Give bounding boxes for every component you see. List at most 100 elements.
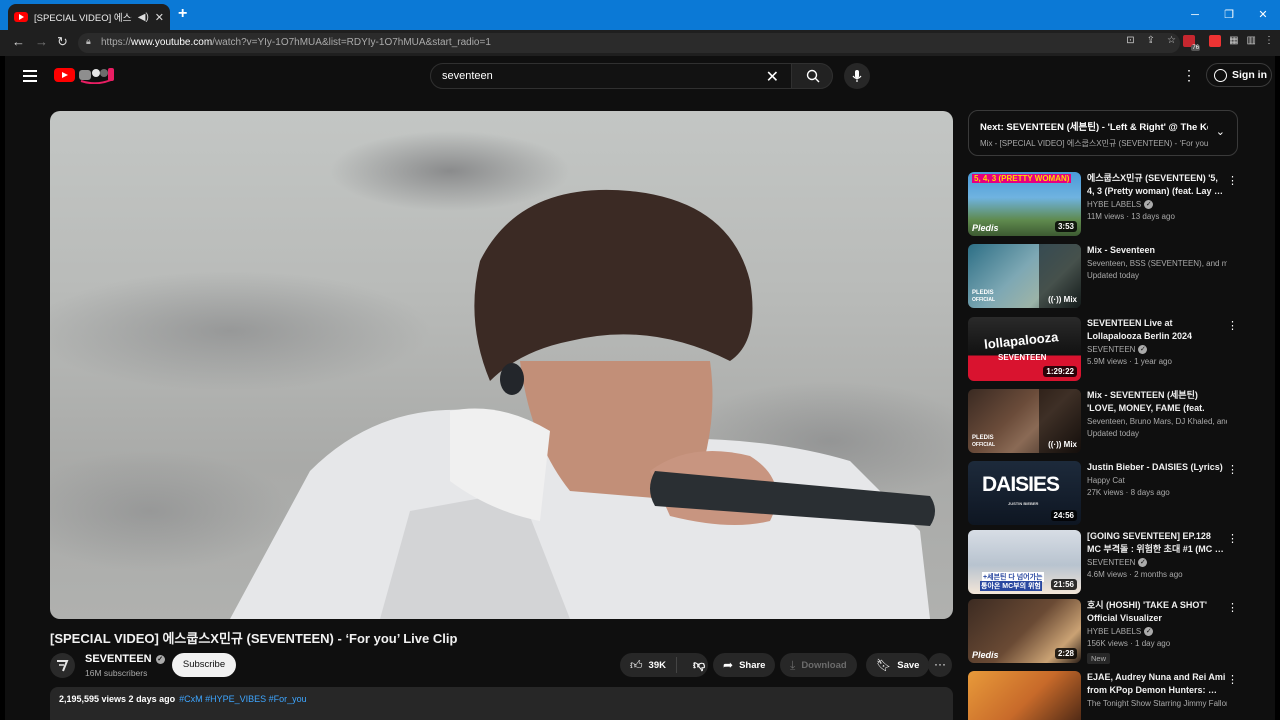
video-title: Mix - SEVENTEEN (세븐틴) 'LOVE, MONEY, FAME… bbox=[1087, 390, 1205, 413]
video-meta: Updated today bbox=[1087, 429, 1140, 438]
youtube-doodle-icon[interactable] bbox=[78, 66, 115, 84]
recommended-mix[interactable]: PLEDIS OFFICIAL ((·)) Mix Mix - Seventee… bbox=[968, 244, 1238, 310]
thumbnail-brand: JUSTIN BIEBER bbox=[1008, 501, 1039, 506]
video-options-icon[interactable]: ⋮ bbox=[1227, 532, 1238, 545]
thumbnail[interactable]: 5, 4, 3 (PRETTY WOMAN) Pledis 3:53 bbox=[968, 172, 1081, 236]
close-window-icon[interactable]: ✕ bbox=[1246, 0, 1280, 30]
video-title: Justin Bieber - DAISIES (Lyrics) bbox=[1087, 462, 1223, 472]
video-options-icon[interactable]: ⋮ bbox=[1227, 319, 1238, 332]
extension-icon[interactable]: 76 bbox=[1183, 35, 1201, 51]
search-field[interactable]: seventeen ✕ bbox=[430, 63, 792, 89]
browser-tab-bar: [SPECIAL VIDEO] 에스쿱스X ◀) ✕ + ─ ❐ ✕ bbox=[0, 0, 1280, 30]
thumbnail[interactable]: lollapalooza SEVENTEEN 1:29:22 bbox=[968, 317, 1081, 381]
video-options-icon[interactable]: ⋮ bbox=[1227, 463, 1238, 476]
up-next-title: Next: SEVENTEEN (세븐틴) - 'Left & Right' @… bbox=[980, 122, 1208, 133]
url-field[interactable]: 🔒︎ https://www.youtube.com/watch?v=YIy-1… bbox=[78, 33, 1180, 53]
search-button[interactable] bbox=[791, 63, 833, 89]
sidebar-panel-icon[interactable]: ▥ bbox=[1247, 35, 1256, 47]
thumbs-down-icon: 👎︎ bbox=[692, 657, 706, 672]
video-options-icon[interactable]: ⋮ bbox=[1227, 601, 1238, 614]
mix-radio-icon: ((·)) bbox=[1048, 295, 1064, 304]
thumbnail[interactable]: PLEDIS OFFICIAL ((·)) Mix bbox=[968, 389, 1081, 453]
recommended-video[interactable]: EJAE, Audrey Nuna and Rei Ami from KPop … bbox=[968, 671, 1238, 720]
url-path: /watch?v=YIy-1O7hMUA&list=RDYIy-1O7hMUA&… bbox=[212, 37, 491, 48]
channel-avatar[interactable] bbox=[50, 653, 75, 678]
youtube-page: seventeen ✕ ⋮ Sign in [SPECIAL VIDEO] 에스… bbox=[5, 56, 1275, 720]
menu-hamburger-icon[interactable] bbox=[23, 70, 37, 85]
close-tab-icon[interactable]: ✕ bbox=[155, 11, 164, 24]
dislike-button[interactable]: 👎︎ bbox=[683, 658, 715, 673]
mix-label: ((·)) Mix bbox=[1048, 295, 1077, 304]
video-player[interactable] bbox=[50, 111, 953, 619]
youtube-favicon-icon bbox=[14, 12, 28, 22]
verified-icon: ✓ bbox=[1138, 345, 1148, 354]
channel-label: HYBE LABELS bbox=[1087, 627, 1142, 636]
browser-tab[interactable]: [SPECIAL VIDEO] 에스쿱스X ◀) ✕ bbox=[8, 4, 170, 30]
video-meta: 27K views · 8 days ago bbox=[1087, 488, 1170, 497]
channel-label: SEVENTEEN bbox=[1087, 345, 1136, 354]
reload-icon[interactable]: ↻ bbox=[57, 34, 68, 50]
thumbnail-text: DAISIES bbox=[982, 473, 1060, 496]
speaker-icon[interactable]: ◀) bbox=[138, 12, 149, 23]
download-button[interactable]: ⤓ Download bbox=[780, 653, 857, 677]
video-options-icon[interactable]: ⋮ bbox=[1227, 174, 1238, 187]
channel-label: SEVENTEEN bbox=[1087, 558, 1136, 567]
thumbnail-brand: OFFICIAL bbox=[972, 442, 996, 448]
bookmark-star-icon[interactable]: ☆ bbox=[1167, 35, 1176, 46]
share-button[interactable]: ➦ Share bbox=[713, 653, 776, 677]
up-next-playlist: Mix - [SPECIAL VIDEO] 에스쿱스X민규 (SEVENTEEN… bbox=[980, 139, 1208, 148]
thumbnail[interactable]: +세븐틴 다 넘어가는 통아온 MC부의 위험 21:56 bbox=[968, 530, 1081, 594]
recommended-video[interactable]: +세븐틴 다 넘어가는 통아온 MC부의 위험 21:56 [GOING SEV… bbox=[968, 530, 1238, 596]
hashtags[interactable]: #CxM #HYPE_VIBES #For_you bbox=[179, 694, 307, 704]
recommended-video[interactable]: 5, 4, 3 (PRETTY WOMAN) Pledis 3:53 에스쿱스X… bbox=[968, 172, 1238, 238]
video-title: [GOING SEVENTEEN] EP.128 MC 부격돌 : 위험한 초대… bbox=[1087, 531, 1224, 554]
video-meta: 5.9M views · 1 year ago bbox=[1087, 357, 1172, 366]
share-page-icon[interactable]: ⇪ bbox=[1147, 35, 1155, 46]
chevron-down-icon[interactable]: ⌄ bbox=[1216, 125, 1225, 138]
up-next-panel[interactable]: Next: SEVENTEEN (세븐틴) - 'Left & Right' @… bbox=[968, 110, 1238, 156]
settings-more-icon[interactable]: ⋮ bbox=[1182, 67, 1196, 84]
channel-name[interactable]: SEVENTEEN ✓ bbox=[85, 653, 165, 665]
more-actions-button[interactable]: ··· bbox=[928, 653, 952, 677]
recommended-video[interactable]: DAISIES JUSTIN BIEBER 24:56 Justin Biebe… bbox=[968, 461, 1238, 527]
share-label: Share bbox=[739, 659, 766, 671]
clear-search-icon[interactable]: ✕ bbox=[766, 67, 779, 87]
recommended-video[interactable]: lollapalooza SEVENTEEN 1:29:22 SEVENTEEN… bbox=[968, 317, 1238, 383]
recommended-video[interactable]: Pledis 2:28 호시 (HOSHI) 'TAKE A SHOT' Off… bbox=[968, 599, 1238, 665]
subscribe-button[interactable]: Subscribe bbox=[172, 653, 236, 677]
like-button[interactable]: 👍︎ 39K bbox=[620, 657, 677, 673]
bookmark-icon: 🔖︎ bbox=[876, 658, 892, 672]
mix-radio-icon: ((·)) bbox=[1048, 440, 1064, 449]
sign-in-button[interactable]: Sign in bbox=[1206, 63, 1272, 87]
thumbnail[interactable] bbox=[968, 671, 1081, 720]
new-tab-icon[interactable]: + bbox=[178, 5, 187, 23]
channel-name: The Tonight Show Starring Jimmy Fallon✓ bbox=[1087, 699, 1227, 708]
video-meta: 156K views · 1 day ago bbox=[1087, 639, 1171, 648]
thumbnail[interactable]: Pledis 2:28 bbox=[968, 599, 1081, 663]
video-duration: 24:56 bbox=[1050, 510, 1077, 521]
youtube-logo[interactable] bbox=[54, 68, 75, 82]
video-options-icon[interactable]: ⋮ bbox=[1227, 673, 1238, 686]
restore-icon[interactable]: ❐ bbox=[1212, 0, 1246, 30]
search-input[interactable]: seventeen bbox=[442, 70, 493, 82]
forward-icon[interactable]: → bbox=[35, 34, 48, 49]
pen-extension-icon[interactable] bbox=[1209, 35, 1222, 47]
video-title: EJAE, Audrey Nuna and Rei Ami from KPop … bbox=[1087, 672, 1226, 695]
voice-search-button[interactable] bbox=[844, 63, 870, 89]
minimize-icon[interactable]: ─ bbox=[1178, 0, 1212, 30]
back-icon[interactable]: ← bbox=[12, 34, 25, 49]
browser-menu-icon[interactable]: ⋮ bbox=[1264, 35, 1274, 47]
microphone-icon bbox=[852, 70, 862, 82]
extensions-puzzle-icon[interactable]: ▦ bbox=[1229, 35, 1238, 47]
install-app-icon[interactable]: ⊡ bbox=[1126, 35, 1134, 46]
channel-name-label: SEVENTEEN bbox=[85, 653, 152, 665]
thumbnail-brand: Pledis bbox=[972, 223, 999, 233]
save-button[interactable]: 🔖︎ Save bbox=[866, 653, 930, 677]
description-box[interactable]: 2,195,595 views 2 days ago #CxM #HYPE_VIB… bbox=[50, 687, 953, 720]
thumbnail-brand: OFFICIAL bbox=[972, 297, 996, 303]
recommended-mix[interactable]: PLEDIS OFFICIAL ((·)) Mix Mix - SEVENTEE… bbox=[968, 389, 1238, 455]
views-date: 2,195,595 views 2 days ago bbox=[59, 694, 176, 704]
lock-icon[interactable]: 🔒︎ bbox=[86, 36, 91, 47]
thumbnail[interactable]: DAISIES JUSTIN BIEBER 24:56 bbox=[968, 461, 1081, 525]
thumbnail[interactable]: PLEDIS OFFICIAL ((·)) Mix bbox=[968, 244, 1081, 308]
